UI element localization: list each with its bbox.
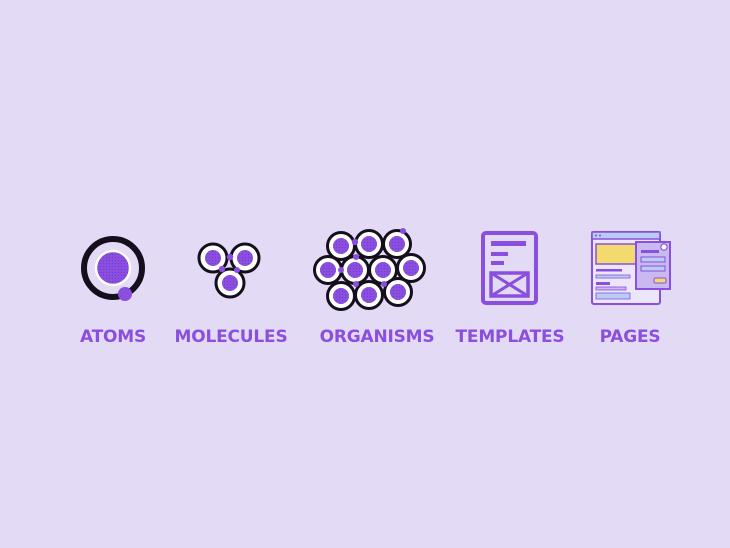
template-icon [481,231,538,305]
atom-icon [81,236,145,301]
page-icon [591,231,671,305]
stage-label-molecules: MOLECULES [174,327,288,347]
stage-pages: PAGES [580,226,680,356]
stage-molecules: MOLECULES [172,226,290,356]
molecule-icon [197,242,261,299]
atomic-design-diagram: ATOMS MOLECULES ORGANISMS TEMPLATES PAGE… [0,0,730,548]
stage-organisms: ORGANISMS [310,226,444,356]
organism-icon [313,228,426,311]
stage-label-templates: TEMPLATES [455,327,565,347]
stage-templates: TEMPLATES [455,226,565,356]
stage-label-atoms: ATOMS [79,327,147,347]
stage-label-organisms: ORGANISMS [319,327,435,347]
stage-atoms: ATOMS [72,226,154,356]
stage-label-pages: PAGES [599,327,661,347]
